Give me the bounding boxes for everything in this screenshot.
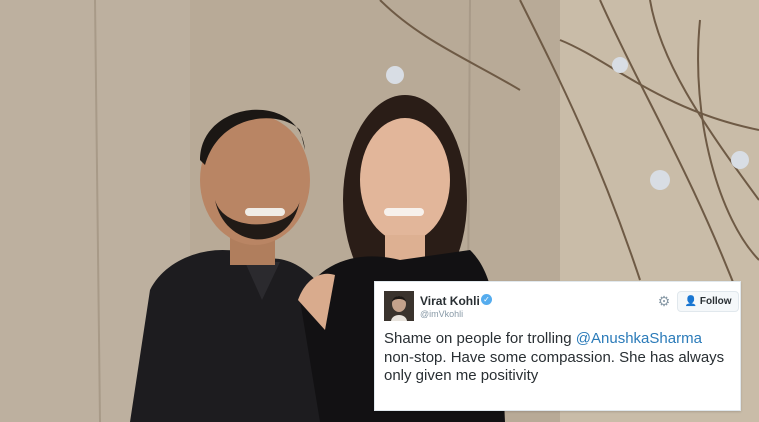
follow-label: Follow bbox=[699, 296, 732, 307]
tweet-text: Shame on people for trolling @AnushkaSha… bbox=[384, 330, 736, 386]
embedded-tweet-card[interactable]: Virat Kohli ✓ @imVkohli ⚙ 👤 Follow Shame… bbox=[374, 281, 741, 411]
follow-button[interactable]: 👤 Follow bbox=[677, 291, 739, 312]
gear-icon[interactable]: ⚙ bbox=[657, 294, 671, 308]
tweet-text-part: non-stop. Have some compassion. She has … bbox=[384, 348, 725, 385]
verified-badge-icon: ✓ bbox=[481, 294, 492, 305]
add-user-icon: 👤 bbox=[684, 296, 697, 307]
tweet-text-part: Shame on people for trolling bbox=[384, 330, 576, 347]
mention-link[interactable]: @AnushkaSharma bbox=[576, 330, 702, 347]
author-name[interactable]: Virat Kohli bbox=[420, 294, 480, 308]
author-handle[interactable]: @imVkohli bbox=[420, 309, 463, 319]
avatar[interactable] bbox=[384, 291, 414, 321]
